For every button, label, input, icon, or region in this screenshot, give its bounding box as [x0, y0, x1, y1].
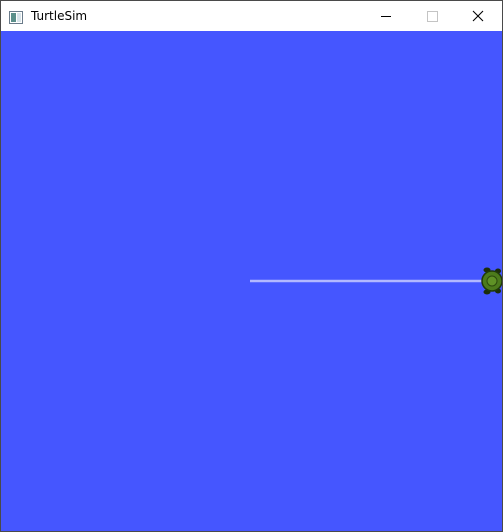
app-icon — [9, 9, 23, 24]
window-title: TurtleSim — [31, 9, 88, 23]
turtle-icon — [481, 267, 502, 295]
turtle-canvas — [1, 31, 502, 531]
minimize-button[interactable] — [363, 1, 409, 31]
close-button[interactable] — [455, 1, 501, 31]
title-bar[interactable]: TurtleSim — [1, 1, 502, 31]
turtlesim-window: TurtleSim — [0, 0, 503, 532]
maximize-button[interactable] — [409, 1, 455, 31]
